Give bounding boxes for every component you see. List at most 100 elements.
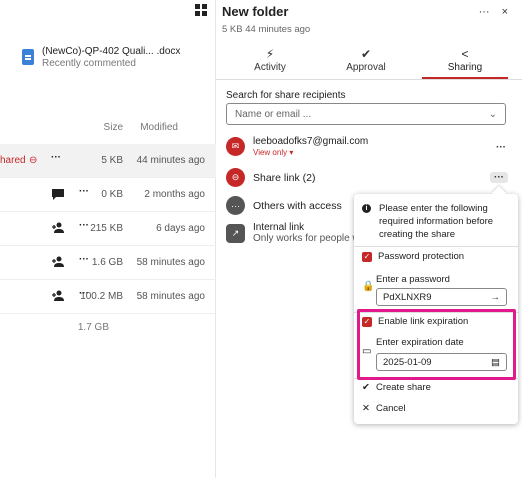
search-placeholder: Name or email ... [235, 108, 312, 120]
search-label: Search for share recipients [226, 90, 346, 101]
email-icon: ✉ [226, 137, 245, 156]
file-modified: 58 minutes ago [136, 257, 205, 268]
more-actions-icon[interactable]: ··· [79, 220, 89, 231]
size-column-header[interactable]: Size [104, 122, 123, 133]
add-user-icon[interactable] [51, 256, 65, 268]
password-field[interactable]: PdXLNXR9 → [376, 288, 507, 306]
more-actions-icon[interactable]: ··· [79, 254, 89, 265]
internal-link-row[interactable]: ↗ Internal link Only works for people w [226, 222, 360, 244]
panel-tabs: ⚡ Activity ✔ Approval < Sharing [216, 46, 522, 80]
checkbox-checked-icon[interactable]: ✓ [362, 251, 372, 262]
chevron-down-icon[interactable]: ⌄ [489, 109, 497, 120]
more-actions-icon[interactable]: ··· [51, 152, 61, 163]
shared-label: hared [0, 155, 26, 166]
expiration-label: Enter expiration date [376, 337, 464, 348]
search-input[interactable]: Name or email ... ⌄ [226, 103, 506, 125]
external-link-icon: ↗ [226, 223, 245, 243]
password-value: PdXLNXR9 [383, 291, 432, 303]
divider [354, 312, 518, 313]
file-modified: 44 minutes ago [136, 155, 205, 166]
tab-activity[interactable]: ⚡ Activity [225, 46, 315, 73]
divider [354, 246, 518, 247]
file-size: 215 KB [90, 223, 123, 234]
expiration-date-field[interactable]: 2025-01-09 ▤ [376, 353, 507, 371]
recent-file[interactable]: (NewCo)-QP-402 Quali... .docx Recently c… [22, 46, 180, 69]
file-size: 1.6 GB [91, 257, 123, 268]
create-share-label: Create share [375, 382, 431, 393]
permission-select[interactable]: View only ▾ [253, 148, 368, 157]
total-size: 1.7 GB [77, 322, 109, 333]
recipient-more-icon[interactable]: ··· [496, 142, 506, 153]
add-user-icon[interactable] [51, 290, 65, 302]
recent-file-name: (NewCo)-QP-402 Quali... .docx [42, 46, 181, 57]
others-access-label: Others with access [253, 199, 342, 212]
close-icon: ✕ [362, 403, 370, 414]
tab-label: Approval [346, 62, 386, 73]
expiration-value: 2025-01-09 [383, 356, 432, 368]
others-access-row[interactable]: ··· Others with access [226, 196, 342, 215]
comment-icon[interactable] [51, 188, 65, 200]
more-actions-icon[interactable]: ··· [79, 186, 89, 197]
recipient-email: leeboadofks7@gmail.com [253, 136, 369, 147]
link-icon: ⊖ [226, 168, 245, 187]
checkbox-label: Password protection [378, 251, 465, 262]
app-root: (NewCo)-QP-402 Quali... .docx Recently c… [0, 0, 522, 478]
document-icon [22, 49, 34, 65]
info-icon: i [362, 204, 371, 213]
file-modified: 6 days ago [156, 223, 205, 234]
tab-sharing[interactable]: < Sharing [420, 46, 510, 79]
file-size: 5 KB [101, 155, 123, 166]
grid-view-icon[interactable] [195, 4, 207, 16]
table-row[interactable]: ··· 0 KB 2 months ago [0, 178, 216, 212]
table-row[interactable]: ··· 215 KB 6 days ago [0, 212, 216, 246]
table-row[interactable]: ··· 100.2 MB 58 minutes ago [0, 280, 216, 314]
recipient-row[interactable]: ✉ leeboadofks7@gmail.com View only ▾ [226, 136, 368, 157]
checkbox-checked-icon[interactable]: ✓ [362, 316, 372, 327]
share-link-more-icon[interactable]: ··· [490, 172, 508, 183]
table-row[interactable]: ··· 1.6 GB 58 minutes ago [0, 246, 216, 280]
file-size: 0 KB [101, 189, 123, 200]
divider [354, 378, 518, 379]
recent-file-status: Recently commented [42, 58, 136, 69]
info-text: Please enter the following required info… [379, 203, 494, 240]
file-modified: 58 minutes ago [136, 291, 205, 302]
more-options-icon[interactable]: ··· [479, 6, 490, 18]
cancel-label: Cancel [375, 403, 406, 414]
info-message: i Please enter the following required in… [362, 202, 518, 241]
panel-subtitle: 5 KB 44 minutes ago [222, 24, 311, 35]
tab-label: Activity [254, 62, 286, 73]
password-protection-checkbox[interactable]: ✓ Password protection [362, 251, 464, 262]
internal-link-description: Only works for people w [253, 233, 360, 244]
create-share-button[interactable]: ✔ Create share [362, 382, 431, 393]
tab-approval[interactable]: ✔ Approval [321, 46, 411, 73]
lock-icon: 🔒 [362, 281, 375, 292]
more-icon: ··· [226, 196, 245, 215]
panel-title: New folder [222, 4, 289, 19]
calendar-picker-icon[interactable]: ▤ [491, 357, 500, 368]
close-icon[interactable]: × [502, 6, 508, 18]
add-user-icon[interactable] [51, 222, 65, 234]
modified-column-header[interactable]: Modified [140, 122, 178, 133]
cancel-button[interactable]: ✕ Cancel [362, 403, 406, 414]
file-list-header: Size Modified [0, 122, 216, 136]
share-icon: < [461, 47, 469, 61]
tab-label: Sharing [447, 62, 483, 73]
share-link-row[interactable]: ⊖ Share link (2) [226, 168, 315, 187]
share-link-label: Share link (2) [253, 171, 316, 184]
password-label: Enter a password [376, 274, 450, 285]
enable-expiration-checkbox[interactable]: ✓ Enable link expiration [362, 316, 468, 327]
file-size: 100.2 MB [80, 291, 123, 302]
link-icon[interactable]: ⊖ [29, 155, 37, 166]
file-modified: 2 months ago [144, 189, 205, 200]
internal-link-label: Internal link [253, 222, 305, 233]
checkmark-icon: ✔ [360, 47, 372, 61]
table-row[interactable]: hared ⊖ ··· 5 KB 44 minutes ago [0, 144, 216, 178]
share-link-popup: i Please enter the following required in… [354, 194, 518, 424]
file-list-pane: (NewCo)-QP-402 Quali... .docx Recently c… [0, 0, 216, 478]
checkmark-icon: ✔ [362, 382, 370, 393]
calendar-icon: ▭ [362, 346, 372, 357]
arrow-right-icon[interactable]: → [491, 292, 501, 303]
activity-icon: ⚡ [265, 47, 275, 61]
checkbox-label: Enable link expiration [378, 316, 469, 327]
active-tab-indicator [422, 77, 508, 79]
